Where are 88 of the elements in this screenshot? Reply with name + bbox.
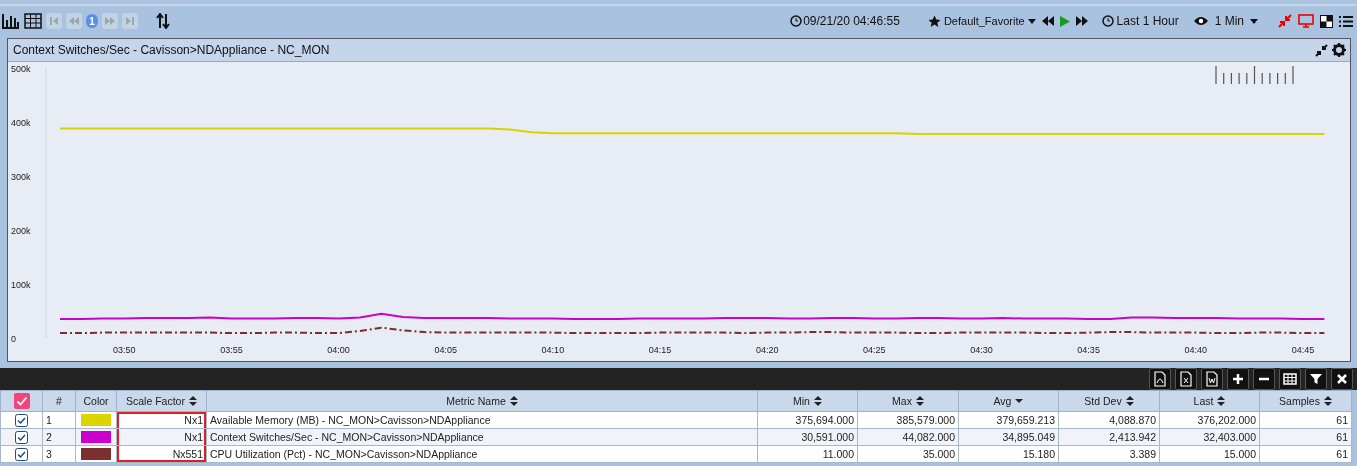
table-cell: 385,579.000 bbox=[857, 411, 959, 429]
table-cell: 3.389 bbox=[1058, 445, 1160, 463]
x-tick-label: 04:05 bbox=[434, 345, 457, 355]
x-tick-label: 04:10 bbox=[541, 345, 565, 355]
grid-icon[interactable] bbox=[1279, 368, 1301, 390]
table-cell: Available Memory (MB) - NC_MON>Cavisson>NDAppliance bbox=[206, 411, 758, 429]
sort-icon[interactable] bbox=[915, 396, 924, 406]
x-tick-label: 04:35 bbox=[1077, 345, 1100, 355]
sort-icon[interactable] bbox=[1323, 396, 1332, 406]
sort-icon[interactable] bbox=[188, 396, 197, 406]
previous-arrow-icon bbox=[69, 16, 79, 26]
table-cell: 61 bbox=[1259, 445, 1352, 463]
tick-marks-icon bbox=[1215, 65, 1294, 85]
fast-forward-icon[interactable] bbox=[1075, 16, 1088, 26]
x-tick-label: 04:45 bbox=[1291, 345, 1315, 355]
row-checkbox[interactable] bbox=[15, 447, 28, 461]
x-tick-label: 04:20 bbox=[755, 345, 779, 355]
layout-icon[interactable] bbox=[1320, 14, 1333, 28]
sort-descending-icon[interactable] bbox=[1015, 396, 1024, 406]
clock-icon bbox=[1101, 15, 1114, 27]
excel-file-icon[interactable] bbox=[1175, 368, 1197, 390]
sort-icon[interactable] bbox=[1217, 396, 1226, 406]
column-header[interactable]: Max bbox=[892, 395, 912, 407]
timestamp-text: 09/21/20 04:46:55 bbox=[803, 14, 900, 28]
y-tick-label: 500k bbox=[11, 64, 31, 74]
clock-icon bbox=[790, 15, 803, 27]
table-cell: 379,659.213 bbox=[958, 411, 1059, 429]
time-range-button[interactable]: Last 1 Hour bbox=[1101, 14, 1179, 28]
close-icon[interactable] bbox=[1331, 368, 1353, 390]
sort-icon[interactable] bbox=[813, 396, 822, 406]
column-header[interactable]: Metric Name bbox=[446, 395, 506, 407]
table-cell: 11.000 bbox=[757, 445, 858, 463]
minus-icon[interactable] bbox=[1253, 368, 1275, 390]
y-tick-label: 400k bbox=[11, 118, 31, 128]
x-tick-label: 04:15 bbox=[648, 345, 672, 355]
filter-icon[interactable] bbox=[1305, 368, 1327, 390]
x-tick-label: 03:55 bbox=[220, 345, 243, 355]
table-cell: 15.000 bbox=[1159, 445, 1260, 463]
last-arrow-icon bbox=[125, 16, 135, 26]
table-cell: 3 bbox=[42, 445, 76, 463]
table-cell: 4,088.870 bbox=[1058, 411, 1160, 429]
x-tick-label: 04:25 bbox=[863, 345, 886, 355]
x-tick-label: 04:00 bbox=[327, 345, 350, 355]
row-checkbox[interactable] bbox=[15, 413, 28, 427]
next-arrow-icon bbox=[105, 16, 115, 26]
column-header[interactable]: Last bbox=[1193, 395, 1214, 407]
table-cell: 375,694.000 bbox=[757, 411, 858, 429]
select-all-checkbox[interactable] bbox=[13, 393, 30, 409]
x-tick-label: 04:30 bbox=[970, 345, 993, 355]
favorite-dropdown[interactable]: Default_Favorite bbox=[927, 14, 1036, 28]
table-cell: 1 bbox=[42, 411, 76, 429]
table-cell: Nx1 bbox=[116, 411, 207, 429]
y-tick-label: 100k bbox=[11, 280, 31, 290]
column-header[interactable]: # bbox=[56, 395, 62, 407]
monitor-icon[interactable] bbox=[1298, 14, 1314, 28]
table-cell: CPU Utilization (Pct) - NC_MON>Cavisson>NDAppliance bbox=[206, 445, 758, 463]
sort-icon[interactable] bbox=[1125, 396, 1134, 406]
sort-icon[interactable] bbox=[156, 13, 170, 29]
table-cell: 15.180 bbox=[958, 445, 1059, 463]
caret-icon bbox=[1250, 18, 1258, 24]
collapse-arrows-icon[interactable] bbox=[1315, 43, 1328, 57]
row-checkbox[interactable] bbox=[15, 430, 28, 444]
caret-icon bbox=[1027, 18, 1036, 24]
sort-icon[interactable] bbox=[509, 396, 518, 406]
x-tick-label: 04:40 bbox=[1184, 345, 1208, 355]
list-icon[interactable] bbox=[1339, 14, 1353, 28]
eye-icon bbox=[1192, 16, 1209, 26]
y-tick-label: 0 bbox=[11, 334, 16, 344]
y-tick-label: 300k bbox=[11, 172, 31, 182]
x-tick-label: 03:50 bbox=[113, 345, 136, 355]
column-header[interactable]: Min bbox=[793, 395, 810, 407]
grid-icon[interactable] bbox=[24, 13, 42, 29]
word-file-icon[interactable] bbox=[1201, 368, 1223, 390]
star-icon bbox=[927, 14, 941, 28]
table-cell: 61 bbox=[1259, 411, 1352, 429]
pdf-file-icon[interactable] bbox=[1149, 368, 1171, 390]
y-tick-label: 200k bbox=[11, 226, 31, 236]
settings-icon[interactable] bbox=[1332, 43, 1346, 57]
bar-chart-icon[interactable] bbox=[2, 13, 20, 29]
table-cell: 35.000 bbox=[857, 445, 959, 463]
table-cell: Nx551 bbox=[116, 445, 207, 463]
interval-dropdown[interactable]: 1 Min bbox=[1192, 14, 1258, 28]
panel-title: Context Switches/Sec - Cavisson>NDAppliance - NC_MON bbox=[13, 43, 331, 57]
column-header[interactable]: Avg bbox=[993, 395, 1012, 407]
plus-icon[interactable] bbox=[1227, 368, 1249, 390]
rewind-icon[interactable] bbox=[1041, 16, 1054, 26]
table-cell: 376,202.000 bbox=[1159, 411, 1260, 429]
first-arrow-icon bbox=[49, 16, 59, 26]
